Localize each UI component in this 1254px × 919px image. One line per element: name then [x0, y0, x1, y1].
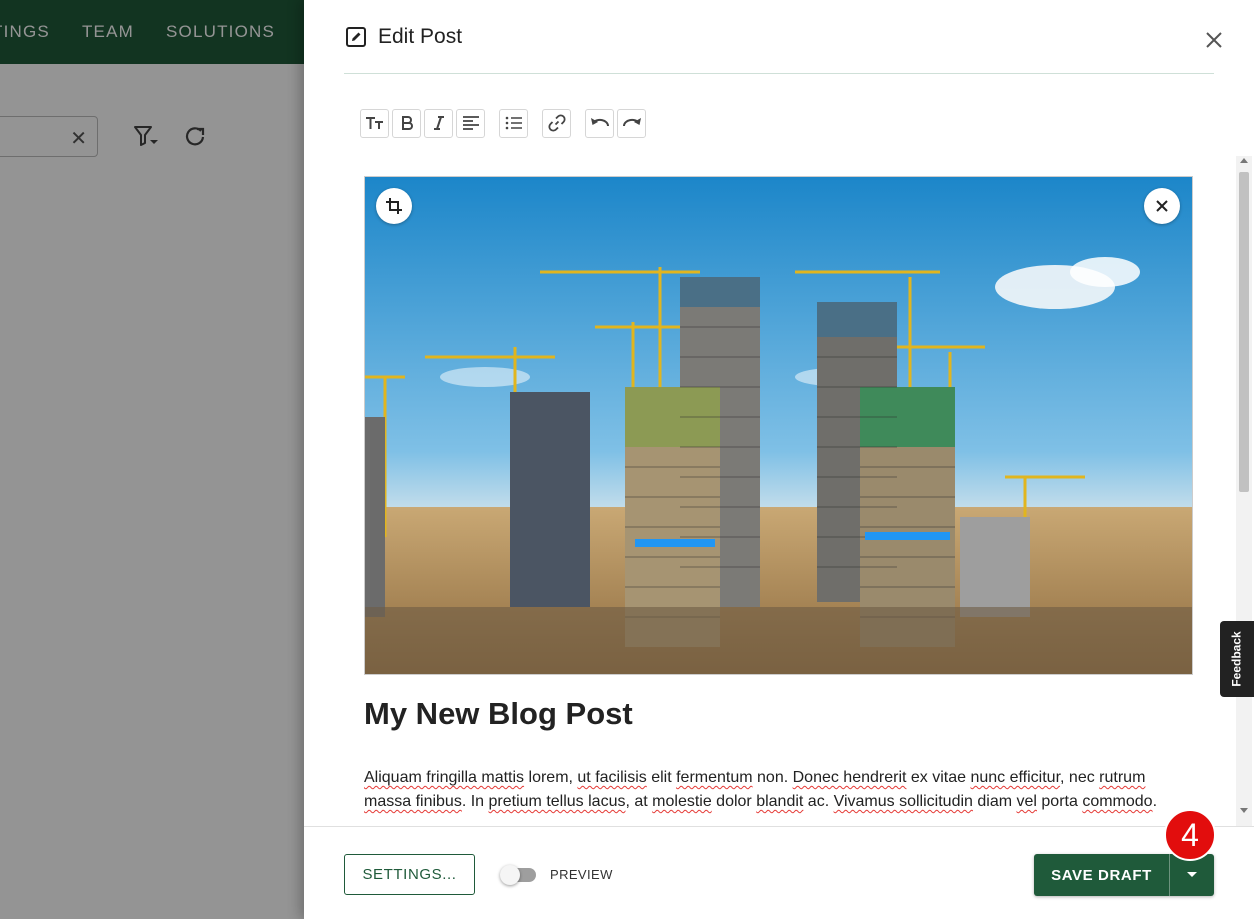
redo-button[interactable]	[617, 108, 646, 138]
scroll-down-icon[interactable]	[1240, 808, 1248, 813]
crop-button[interactable]	[376, 188, 412, 224]
align-left-icon	[462, 116, 479, 130]
content-scrollbar[interactable]	[1236, 156, 1252, 826]
bold-button[interactable]	[392, 108, 421, 138]
body-text: diam	[972, 793, 1017, 810]
post-body-line: Aliquam fringilla mattis lorem, ut facil…	[364, 766, 1194, 790]
modal-scrim[interactable]	[0, 0, 304, 919]
remove-image-icon	[1156, 200, 1168, 212]
scroll-thumb[interactable]	[1239, 172, 1249, 492]
italic-button[interactable]	[424, 108, 453, 138]
body-text: ex vitae	[906, 769, 971, 786]
scroll-up-icon[interactable]	[1240, 158, 1248, 163]
post-body[interactable]: Aliquam fringilla mattis lorem, ut facil…	[364, 766, 1194, 814]
text-size-icon	[365, 117, 383, 129]
preview-label: PREVIEW	[550, 867, 613, 882]
post-image[interactable]	[364, 176, 1193, 675]
drawer-footer: SETTINGS... PREVIEW SAVE DRAFT 4	[304, 809, 1254, 919]
preview-toggle[interactable]	[500, 865, 538, 885]
edit-post-drawer: Edit Post My New Blog Post Aliquam fring…	[304, 0, 1254, 919]
step-badge: 4	[1164, 809, 1216, 861]
feedback-tab[interactable]: Feedback	[1220, 621, 1254, 697]
list-button[interactable]	[499, 108, 528, 138]
toggle-thumb	[500, 865, 520, 885]
caret-down-icon	[1187, 872, 1197, 877]
body-text: dolor	[711, 793, 757, 810]
post-body-line: massa finibus. In pretium tellus lacus, …	[364, 790, 1194, 814]
misspelled-word: vel	[1016, 793, 1037, 810]
editor-content[interactable]: My New Blog Post Aliquam fringilla matti…	[304, 156, 1254, 826]
body-text: lorem,	[524, 769, 578, 786]
construction-scene-image	[365, 177, 1192, 674]
misspelled-word: commodo	[1082, 793, 1153, 810]
crop-icon	[386, 198, 402, 214]
body-text: , nec	[1060, 769, 1100, 786]
body-text: elit	[646, 769, 677, 786]
misspelled-word: rutrum	[1099, 769, 1146, 786]
misspelled-word: fermentum	[676, 769, 753, 786]
body-text: , at	[625, 793, 653, 810]
undo-icon	[590, 118, 609, 127]
list-icon	[505, 116, 522, 130]
body-text: .	[1152, 793, 1158, 810]
misspelled-word: massa finibus	[364, 793, 462, 810]
post-title[interactable]: My New Blog Post	[364, 696, 633, 732]
redo-icon	[622, 118, 641, 127]
drawer-header: Edit Post	[344, 0, 1214, 74]
misspelled-word: ut facilisis	[577, 769, 647, 786]
feedback-label: Feedback	[1230, 631, 1245, 687]
misspelled-word: Donec hendrerit	[792, 769, 907, 786]
misspelled-word: blandit	[756, 793, 804, 810]
body-text: ac.	[803, 793, 834, 810]
remove-image-button[interactable]	[1144, 188, 1180, 224]
text-size-button[interactable]	[360, 108, 389, 138]
misspelled-word: Vivamus sollicitudin	[833, 793, 973, 810]
link-button[interactable]	[542, 108, 571, 138]
close-icon[interactable]	[1202, 28, 1226, 52]
misspelled-word: pretium tellus lacus	[488, 793, 626, 810]
edit-icon	[346, 26, 366, 47]
align-left-button[interactable]	[456, 108, 485, 138]
misspelled-word: molestie	[652, 793, 712, 810]
body-text: . In	[461, 793, 489, 810]
page-title: Edit Post	[378, 24, 463, 48]
settings-button[interactable]: SETTINGS...	[344, 854, 475, 895]
save-draft-button[interactable]: SAVE DRAFT	[1034, 854, 1169, 896]
body-text: non.	[752, 769, 793, 786]
editor-toolbar	[360, 108, 649, 138]
misspelled-word: Aliquam fringilla mattis	[364, 769, 525, 786]
bold-icon	[401, 116, 413, 130]
link-icon	[547, 114, 566, 132]
undo-button[interactable]	[585, 108, 614, 138]
italic-icon	[433, 116, 444, 130]
misspelled-word: nunc efficitur	[970, 769, 1061, 786]
body-text: porta	[1036, 793, 1083, 810]
